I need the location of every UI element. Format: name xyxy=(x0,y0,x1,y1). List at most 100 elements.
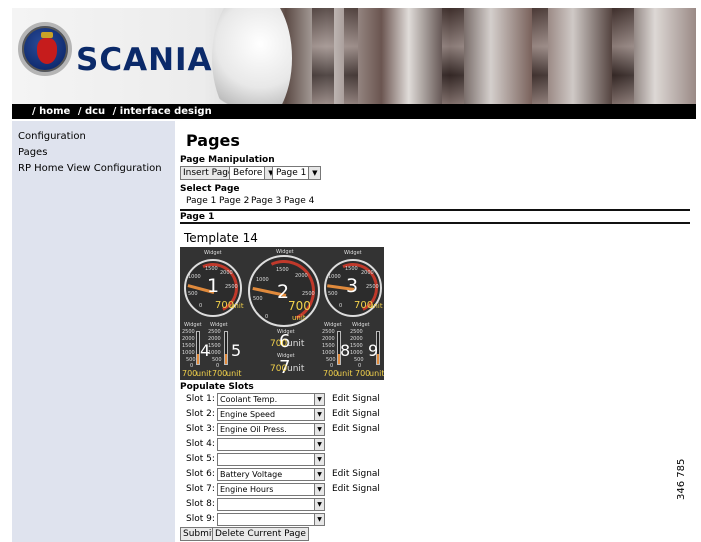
slot-signal-value: Coolant Temp. xyxy=(220,395,278,404)
slot-row: Slot 2: Engine Speed ▼ Edit Signal xyxy=(186,408,486,422)
page-select[interactable]: Page 1 ▼ xyxy=(272,166,322,180)
page-manipulation-label: Page Manipulation xyxy=(180,155,275,165)
slot-row: Slot 8: ▼ xyxy=(186,498,486,512)
bar-number: 9 xyxy=(368,341,379,360)
figure-id: 346 785 xyxy=(676,458,687,500)
bar-value: 700 xyxy=(212,369,228,378)
bar-number: 4 xyxy=(200,341,211,360)
page-link-3[interactable]: Page 3 xyxy=(251,196,281,206)
chevron-down-icon: ▼ xyxy=(308,167,321,179)
breadcrumb-dcu[interactable]: / dcu xyxy=(78,106,105,117)
gauge-unit: unit xyxy=(369,302,383,310)
gauge-title: Widget xyxy=(352,322,370,328)
page-link-2[interactable]: Page 2 xyxy=(219,196,249,206)
banner-graphic xyxy=(442,8,464,104)
slot-label: Slot 9: xyxy=(186,514,215,524)
gauge-tick: 0 xyxy=(199,303,203,309)
chevron-down-icon: ▼ xyxy=(314,469,324,480)
breadcrumb: / home / dcu / interface design xyxy=(12,104,696,119)
slot-label: Slot 8: xyxy=(186,499,215,509)
gauge-tick: 1500 xyxy=(205,266,218,272)
slot-signal-select[interactable]: Engine Oil Press. ▼ xyxy=(217,423,325,436)
digital-value: 700 xyxy=(270,339,288,349)
edit-signal-link[interactable]: Edit Signal xyxy=(332,469,380,479)
banner-graphic xyxy=(532,8,548,104)
bar-tick: 2500 xyxy=(350,329,363,335)
slot-signal-value: Battery Voltage xyxy=(220,470,283,479)
breadcrumb-interface-design[interactable]: / interface design xyxy=(113,106,212,117)
slot-signal-select[interactable]: ▼ xyxy=(217,498,325,511)
gauge-tick: 2000 xyxy=(295,273,308,279)
edit-signal-link[interactable]: Edit Signal xyxy=(332,409,380,419)
gauge-tick: 1500 xyxy=(276,267,289,273)
bar-tick: 2000 xyxy=(182,336,195,342)
chevron-down-icon: ▼ xyxy=(314,499,324,510)
page: SCANIA / home / dcu / interface design C… xyxy=(0,0,701,542)
gauge-tick: 500 xyxy=(328,291,338,297)
bar-unit: unit xyxy=(196,369,212,378)
gauge-title: Widget xyxy=(210,322,228,328)
slot-signal-select[interactable]: ▼ xyxy=(217,513,325,526)
gauge-tick: 500 xyxy=(188,291,198,297)
slot-signal-value: Engine Hours xyxy=(220,485,274,494)
sidebar-item-configuration[interactable]: Configuration xyxy=(12,129,175,145)
slot-row: Slot 5: ▼ xyxy=(186,453,486,467)
sidebar: Configuration Pages RP Home View Configu… xyxy=(12,121,175,542)
slot-label: Slot 1: xyxy=(186,394,215,404)
slot-label: Slot 3: xyxy=(186,424,215,434)
gauge-tick: 0 xyxy=(265,314,269,320)
position-select-value: Before xyxy=(233,168,263,178)
delete-current-page-button[interactable]: Delete Current Page xyxy=(212,527,309,541)
gauge-tick: 2500 xyxy=(302,291,315,297)
sidebar-item-pages[interactable]: Pages xyxy=(12,145,175,161)
scania-logo-icon xyxy=(18,22,72,76)
gauge-unit: unit xyxy=(230,302,244,310)
header-banner: SCANIA xyxy=(12,8,696,104)
banner-graphic xyxy=(312,8,334,104)
slot-signal-select[interactable]: ▼ xyxy=(217,453,325,466)
chevron-down-icon: ▼ xyxy=(314,424,324,435)
gauge-tick: 1000 xyxy=(188,274,201,280)
edit-signal-link[interactable]: Edit Signal xyxy=(332,484,380,494)
slot-signal-select[interactable]: Engine Speed ▼ xyxy=(217,408,325,421)
edit-signal-link[interactable]: Edit Signal xyxy=(332,424,380,434)
slot-row: Slot 1: Coolant Temp. ▼ Edit Signal xyxy=(186,393,486,407)
slot-signal-select[interactable]: Battery Voltage ▼ xyxy=(217,468,325,481)
divider xyxy=(180,222,690,224)
gauge-tick: 2500 xyxy=(366,284,379,290)
gauge-tick: 2000 xyxy=(220,270,233,276)
bar-tick: 2000 xyxy=(322,336,335,342)
bar-fill xyxy=(225,354,227,364)
bar-tick: 2500 xyxy=(182,329,195,335)
slot-signal-select[interactable]: Engine Hours ▼ xyxy=(217,483,325,496)
slot-signal-value: Engine Oil Press. xyxy=(220,425,287,434)
breadcrumb-home[interactable]: / home xyxy=(32,106,70,117)
slot-label: Slot 7: xyxy=(186,484,215,494)
gauge-title: Widget xyxy=(276,249,294,255)
bar-gauge-5[interactable] xyxy=(224,331,228,365)
sidebar-item-rp-home-view-configuration[interactable]: RP Home View Configuration xyxy=(12,161,175,177)
populate-slots-label: Populate Slots xyxy=(180,382,254,392)
banner-graphic xyxy=(344,8,358,104)
banner-graphic xyxy=(612,8,634,104)
select-page-label: Select Page xyxy=(180,184,240,194)
digital-unit: unit xyxy=(287,364,305,374)
slot-label: Slot 5: xyxy=(186,454,215,464)
slot-signal-select[interactable]: Coolant Temp. ▼ xyxy=(217,393,325,406)
page-link-1[interactable]: Page 1 xyxy=(186,196,216,206)
slot-label: Slot 6: xyxy=(186,469,215,479)
position-select[interactable]: Before ▼ xyxy=(229,166,278,180)
bar-tick: 2500 xyxy=(322,329,335,335)
slot-signal-select[interactable]: ▼ xyxy=(217,438,325,451)
slot-row: Slot 3: Engine Oil Press. ▼ Edit Signal xyxy=(186,423,486,437)
dashboard-preview: Widget 500 1000 1500 2000 2500 0 1 700 u… xyxy=(180,247,384,380)
bar-unit: unit xyxy=(369,369,384,378)
slot-label: Slot 4: xyxy=(186,439,215,449)
edit-signal-link[interactable]: Edit Signal xyxy=(332,394,380,404)
insert-page-button[interactable]: Insert Page xyxy=(180,166,237,180)
bar-tick: 1000 xyxy=(350,350,363,356)
gauge-tick: 2000 xyxy=(361,270,374,276)
page-link-4[interactable]: Page 4 xyxy=(284,196,314,206)
slot-row: Slot 7: Engine Hours ▼ Edit Signal xyxy=(186,483,486,497)
gauge-tick: 1000 xyxy=(256,277,269,283)
